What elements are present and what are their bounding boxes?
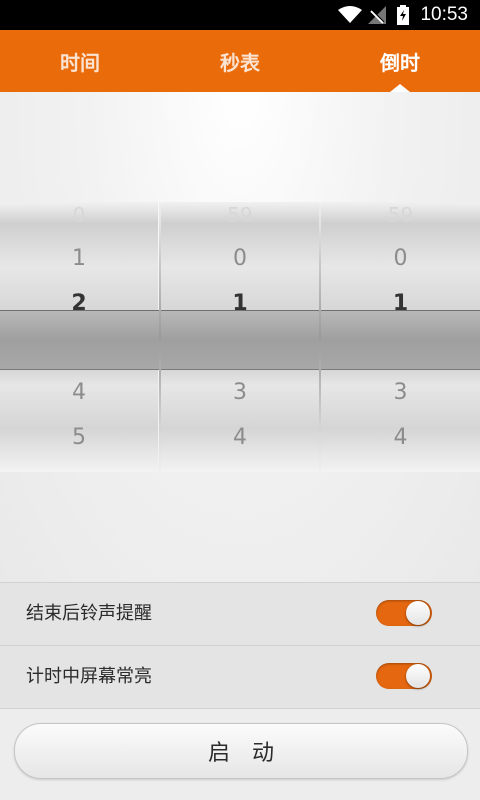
start-button[interactable]: 启 动 [14,723,468,779]
seconds-wheel[interactable]: 59 0 1 2 3 4 [321,202,480,472]
toggle-knob [406,601,430,625]
wheel-value: 1 [72,246,86,271]
tab-countdown[interactable]: 倒时 [320,30,480,92]
bottom-bar: 启 动 [0,709,480,800]
setting-label: 计时中屏幕常亮 [26,666,152,687]
wheel-value: 3 [393,380,408,405]
toggle-knob [406,664,430,688]
wheel-value: 59 [227,203,253,227]
status-bar: 10:53 [0,0,480,30]
no-sim-signal-icon [366,0,388,30]
wheel-value: 1 [232,291,248,316]
start-button-label: 启 动 [207,741,274,766]
wheel-value: 2 [393,336,408,361]
wheel-value: 4 [233,425,247,450]
wheel-value: 0 [233,246,247,271]
tab-stopwatch[interactable]: 秒表 [160,30,320,92]
status-time: 10:53 [420,4,468,25]
setting-ring-on-finish: 结束后铃声提醒 [0,582,480,645]
active-tab-indicator [390,84,410,92]
wheel-value: 3 [233,380,247,405]
wheel-value: 2 [233,336,247,361]
wheel-value: 59 [387,203,414,227]
wheel-value: 4 [72,380,86,405]
tab-label: 秒表 [220,50,260,75]
wheel-value: 4 [393,425,408,450]
wheel-value: 0 [393,246,408,271]
minutes-wheel[interactable]: 59 0 1 2 3 4 [161,202,319,472]
wheel-value: 0 [72,203,86,227]
wheel-divider [159,202,161,472]
wheel-value: 2 [71,291,87,316]
tab-bar: 时间 秒表 倒时 [0,30,480,92]
setting-keep-screen-on: 计时中屏幕常亮 [0,645,480,709]
wheel-divider [319,202,321,472]
wheel-value: 5 [72,425,86,450]
setting-label: 结束后铃声提醒 [26,603,152,624]
ring-on-finish-toggle[interactable] [376,600,432,626]
time-picker: 0 1 2 3 4 5 59 0 1 2 3 4 59 0 1 2 3 4 [0,202,480,472]
wheel-value: 3 [72,336,86,361]
wifi-icon [338,0,362,30]
tab-clock[interactable]: 时间 [0,30,160,92]
tab-label: 时间 [60,50,100,75]
keep-screen-on-toggle[interactable] [376,663,432,689]
tab-label: 倒时 [380,50,420,75]
wheel-value: 1 [392,291,409,316]
battery-charging-icon [396,0,410,30]
settings-list: 结束后铃声提醒 计时中屏幕常亮 [0,582,480,709]
hours-wheel[interactable]: 0 1 2 3 4 5 [0,202,158,472]
